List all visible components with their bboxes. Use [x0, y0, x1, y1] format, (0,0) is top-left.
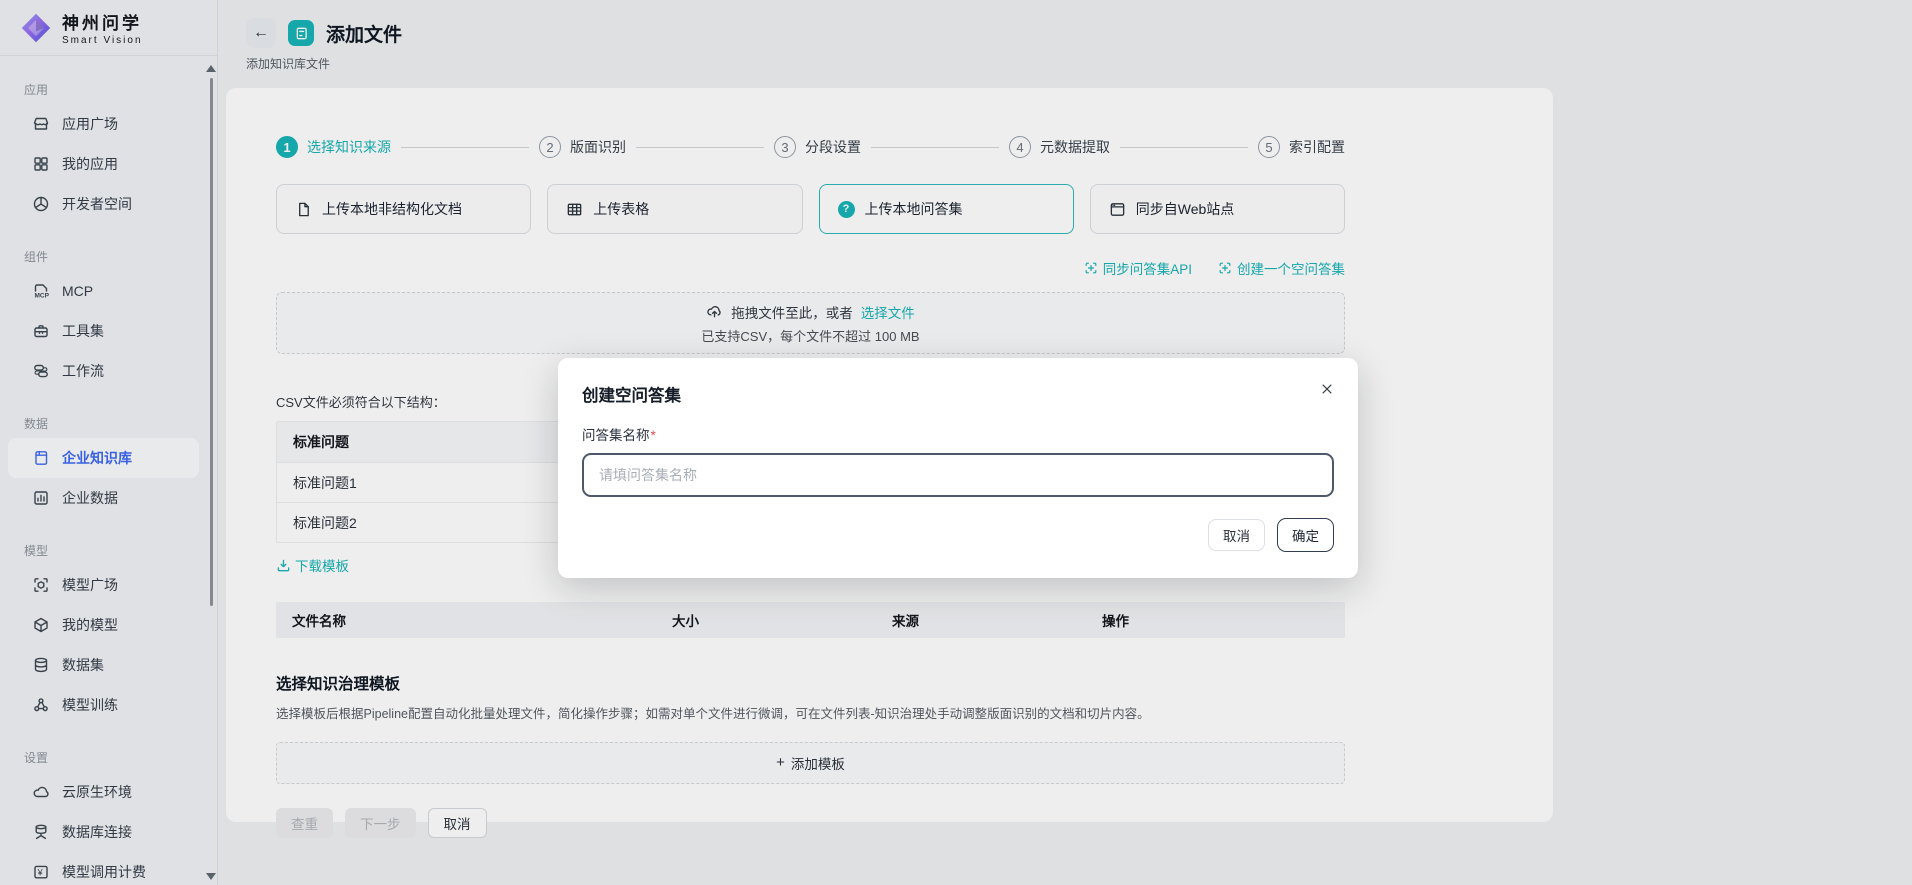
close-button[interactable]: [1318, 380, 1336, 398]
qa-name-label: 问答集名称*: [582, 424, 1334, 444]
modal-footer: 取消 确定: [582, 518, 1334, 552]
close-icon: [1320, 382, 1334, 396]
create-qa-modal: 创建空问答集 问答集名称* 取消 确定: [558, 358, 1358, 578]
modal-confirm-button[interactable]: 确定: [1277, 518, 1334, 552]
modal-title: 创建空问答集: [582, 382, 1334, 406]
required-mark: *: [651, 428, 656, 443]
modal-cancel-button[interactable]: 取消: [1208, 519, 1265, 551]
qa-name-input[interactable]: [582, 453, 1334, 497]
